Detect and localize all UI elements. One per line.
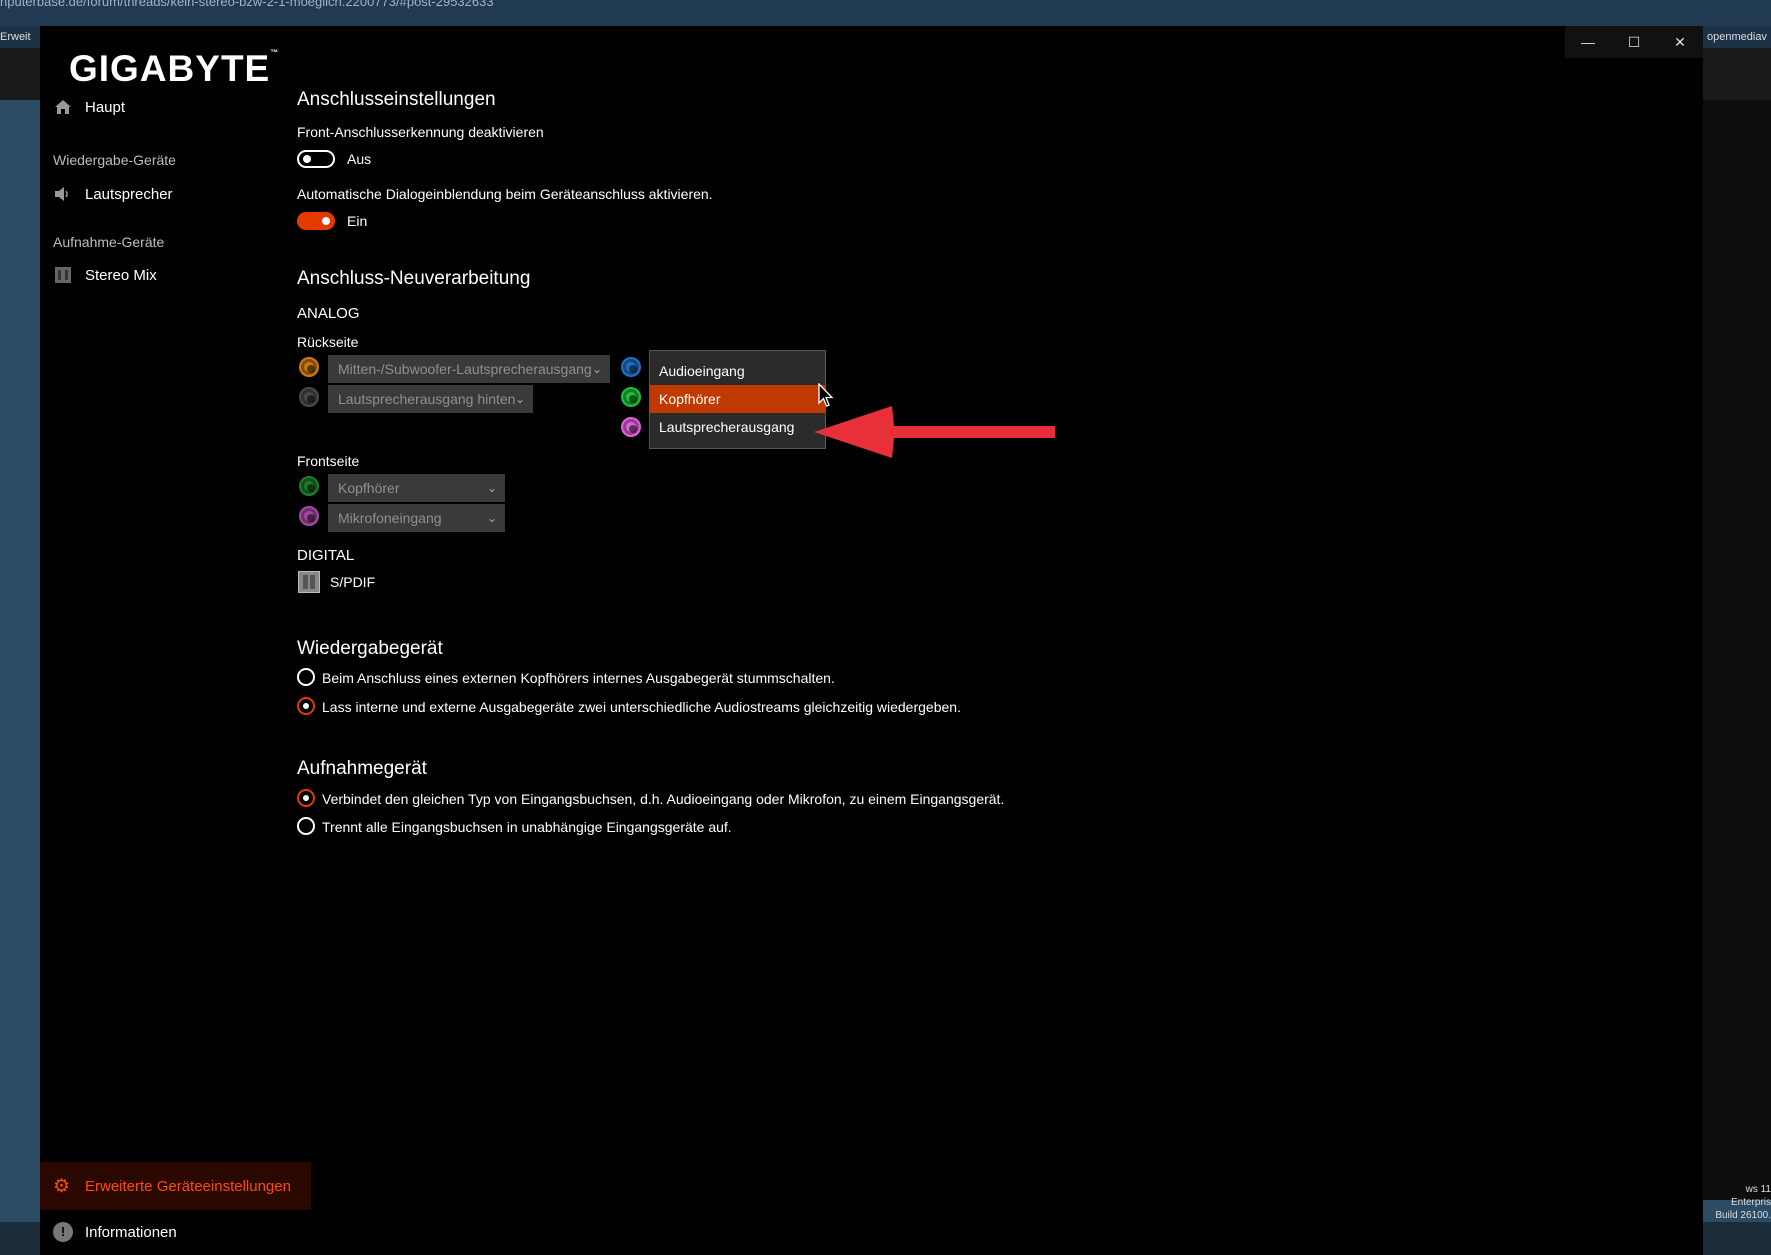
dropdown-option-headphones[interactable]: Kopfhörer	[650, 385, 825, 413]
recording-option-separate: Trennt alle Eingangsbuchsen in unabhängi…	[322, 819, 732, 835]
maximize-button[interactable]: ☐	[1611, 26, 1657, 58]
front-jack-select-2[interactable]: Mikrofoneingang ⌄	[328, 504, 505, 532]
front-detect-state: Aus	[347, 151, 372, 167]
gigabyte-audio-window: — ☐ ✕ GIGABYTE™ Haupt Wiedergabe-Geräte …	[40, 26, 1703, 1255]
windows-edition: ws 11 Enterpris	[1730, 1184, 1771, 1208]
sidebar-item-info[interactable]: ! Informationen	[53, 1222, 177, 1242]
front-detect-label: Front-Anschlusserkennung deaktivieren	[297, 124, 544, 140]
jack-function-dropdown: Audioeingang Kopfhörer Lautsprecherausga…	[649, 350, 826, 449]
taskbar-right	[1703, 1222, 1771, 1255]
recording-device-title: Aufnahmegerät	[297, 758, 427, 779]
front-jack-select-1[interactable]: Kopfhörer ⌄	[328, 474, 505, 502]
background-window	[1703, 100, 1771, 1200]
rear-jack-blue	[621, 357, 641, 377]
playback-radio-mute[interactable]	[297, 668, 315, 686]
chevron-down-icon: ⌄	[591, 362, 602, 376]
recording-radio-combine[interactable]	[297, 789, 315, 807]
front-detect-toggle[interactable]	[297, 150, 335, 168]
browser-url: nputerbase.de/forum/threads/kein-stereo-…	[0, 0, 494, 9]
browser-tab-left[interactable]: Erweit	[0, 26, 40, 48]
rear-jack-pink	[621, 417, 641, 437]
browser-toolbar-right	[1703, 48, 1771, 100]
rear-jack-black	[299, 387, 319, 407]
minimize-icon: —	[1581, 34, 1595, 50]
auto-dialog-state: Ein	[347, 213, 368, 229]
windows-build: Build 26100.	[1715, 1210, 1771, 1221]
sidebar-item-main[interactable]: Haupt	[53, 97, 125, 117]
close-icon: ✕	[1674, 33, 1686, 50]
rear-jack-select-1[interactable]: Mitten-/Subwoofer-Lautsprecherausgang ⌄	[328, 355, 610, 383]
speaker-icon	[53, 184, 73, 204]
sidebar-item-label: Erweiterte Geräteeinstellungen	[85, 1177, 291, 1195]
rear-jack-orange	[299, 357, 319, 377]
front-header: Frontseite	[297, 453, 360, 469]
sidebar-item-speaker[interactable]: Lautsprecher	[53, 184, 173, 204]
spdif-label: S/PDIF	[330, 574, 376, 590]
select-value: Lautsprecherausgang hinten	[338, 391, 516, 407]
digital-header: DIGITAL	[297, 547, 355, 564]
chevron-down-icon: ⌄	[514, 392, 525, 406]
home-icon	[53, 97, 73, 117]
dropdown-option-audio-in[interactable]: Audioeingang	[650, 357, 825, 385]
auto-dialog-label: Automatische Dialogeinblendung beim Gerä…	[297, 186, 713, 202]
auto-dialog-toggle[interactable]	[297, 212, 335, 230]
windows-watermark: ws 11 Enterpris Build 26100.	[1703, 1183, 1771, 1222]
browser-toolbar-left	[0, 48, 40, 100]
browser-titlebar: nputerbase.de/forum/threads/kein-stereo-…	[0, 0, 1771, 26]
front-jack-green	[299, 476, 319, 496]
retasking-title: Anschluss-Neuverarbeitung	[297, 268, 531, 289]
stereo-mix-icon	[53, 265, 73, 285]
playback-device-title: Wiedergabegerät	[297, 638, 443, 659]
gear-icon: ⚙	[53, 1175, 71, 1197]
recording-radio-separate[interactable]	[297, 817, 315, 835]
close-button[interactable]: ✕	[1657, 26, 1703, 58]
rear-jack-green	[621, 387, 641, 407]
sidebar-item-label: Haupt	[85, 98, 126, 116]
info-icon: !	[53, 1222, 73, 1242]
chevron-down-icon: ⌄	[486, 481, 497, 495]
playback-option-separate: Lass interne und externe Ausgabegeräte z…	[322, 699, 961, 715]
chevron-down-icon: ⌄	[486, 511, 497, 525]
sidebar-item-label: Lautsprecher	[85, 185, 173, 203]
gigabyte-logo: GIGABYTE™	[69, 48, 280, 89]
sidebar-item-label: Informationen	[85, 1223, 177, 1241]
rear-header: Rückseite	[297, 334, 359, 350]
select-value: Mikrofoneingang	[338, 510, 442, 526]
sidebar-item-advanced[interactable]: ⚙ Erweiterte Geräteeinstellungen	[40, 1162, 311, 1210]
sidebar-header-playback: Wiedergabe-Geräte	[53, 152, 176, 168]
recording-option-combine: Verbindet den gleichen Typ von Eingangsb…	[322, 791, 1005, 807]
playback-radio-separate[interactable]	[297, 697, 315, 715]
window-controls: — ☐ ✕	[1565, 26, 1703, 58]
annotation-arrow-icon	[814, 406, 1055, 458]
maximize-icon: ☐	[1627, 33, 1641, 50]
browser-tab-right[interactable]: openmediav	[1703, 26, 1771, 48]
rear-jack-select-2[interactable]: Lautsprecherausgang hinten ⌄	[328, 385, 533, 413]
dropdown-option-speaker-out[interactable]: Lautsprecherausgang	[650, 413, 825, 441]
sidebar-header-record: Aufnahme-Geräte	[53, 234, 165, 250]
taskbar-left	[0, 1222, 40, 1255]
sidebar-item-label: Stereo Mix	[85, 266, 157, 284]
connector-settings-title: Anschlusseinstellungen	[297, 89, 496, 110]
select-value: Kopfhörer	[338, 480, 400, 496]
analog-header: ANALOG	[297, 305, 360, 322]
minimize-button[interactable]: —	[1565, 26, 1611, 58]
select-value: Mitten-/Subwoofer-Lautsprecherausgang	[338, 361, 592, 377]
playback-option-mute: Beim Anschluss eines externen Kopfhörers…	[322, 670, 835, 686]
spdif-icon	[298, 571, 320, 593]
front-jack-purple	[299, 506, 319, 526]
sidebar-item-stereo-mix[interactable]: Stereo Mix	[53, 265, 157, 285]
